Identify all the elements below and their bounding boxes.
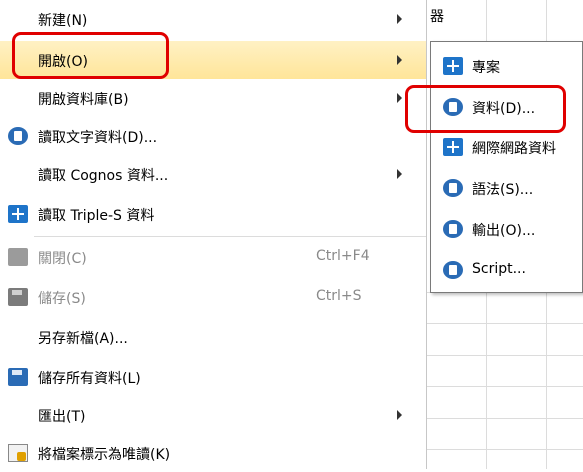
save-all-icon [8, 368, 28, 386]
menu-item-save-all[interactable]: 儲存所有資料(L) [0, 358, 426, 396]
output-file-icon [443, 220, 463, 238]
file-menu: 新建(N) 開啟(O) 開啟資料庫(B) 讀取文字資料(D)... 讀取 Cog… [0, 0, 427, 469]
menu-item-export[interactable]: 匯出(T) [0, 396, 426, 434]
submenu-item-script[interactable]: Script... [431, 252, 583, 288]
menu-item-label: 另存新檔(A)... [38, 331, 128, 347]
submenu-arrow-icon [397, 14, 402, 24]
menu-separator [34, 236, 426, 237]
menu-item-label: 開啟(O) [38, 54, 88, 70]
submenu-item-data[interactable]: 資料(D)... [431, 89, 583, 125]
save-icon [8, 288, 28, 306]
menu-item-label: 讀取文字資料(D)... [38, 130, 158, 146]
read-only-icon [8, 444, 28, 462]
menu-item-label: 關閉(C) [38, 251, 87, 267]
submenu-item-label: 資料(D)... [472, 101, 536, 117]
submenu-item-output[interactable]: 輸出(O)... [431, 211, 583, 247]
submenu-item-internet-data[interactable]: 網際網路資料 [431, 129, 583, 165]
submenu-item-label: 網際網路資料 [472, 141, 556, 157]
menu-item-label: 儲存所有資料(L) [38, 371, 141, 387]
menu-item-read-text-data[interactable]: 讀取文字資料(D)... [0, 117, 426, 155]
project-icon [443, 57, 463, 75]
menu-item-label: 將檔案標示為唯讀(K) [38, 447, 171, 463]
menu-item-open-database[interactable]: 開啟資料庫(B) [0, 79, 426, 117]
submenu-item-label: 專案 [472, 60, 500, 76]
submenu-item-label: Script... [472, 261, 526, 277]
script-file-icon [443, 261, 463, 279]
internet-data-icon [443, 138, 463, 156]
menu-item-save-as[interactable]: 另存新檔(A)... [0, 318, 426, 356]
menu-item-mark-read-only[interactable]: 將檔案標示為唯讀(K) [0, 434, 426, 472]
menu-item-label: 開啟資料庫(B) [38, 92, 129, 108]
menu-item-new[interactable]: 新建(N) [0, 0, 426, 38]
submenu-arrow-icon [397, 169, 402, 179]
submenu-arrow-icon [397, 93, 402, 103]
submenu-arrow-icon [397, 55, 402, 65]
triple-s-icon [8, 205, 28, 223]
menu-item-open[interactable]: 開啟(O) [0, 41, 426, 79]
menu-item-label: 新建(N) [38, 13, 88, 29]
menu-item-label: 匯出(T) [38, 409, 86, 425]
menu-item-save[interactable]: 儲存(S) Ctrl+S [0, 278, 426, 316]
text-data-icon [8, 127, 28, 145]
menu-item-read-cognos[interactable]: 讀取 Cognos 資料... [0, 155, 426, 193]
data-file-icon [443, 98, 463, 116]
menu-item-shortcut: Ctrl+S [316, 288, 362, 304]
menu-item-read-triple-s[interactable]: 讀取 Triple-S 資料 [0, 195, 426, 233]
background-title-fragment: 器 [430, 9, 444, 25]
close-file-icon [8, 248, 28, 266]
menu-item-shortcut: Ctrl+F4 [316, 248, 370, 264]
menu-item-label: 讀取 Triple-S 資料 [38, 208, 155, 224]
menu-item-label: 儲存(S) [38, 291, 86, 307]
syntax-file-icon [443, 179, 463, 197]
submenu-arrow-icon [397, 410, 402, 420]
submenu-item-syntax[interactable]: 語法(S)... [431, 170, 583, 206]
menu-item-label: 讀取 Cognos 資料... [38, 168, 169, 184]
menu-item-close[interactable]: 關閉(C) Ctrl+F4 [0, 238, 426, 276]
submenu-item-label: 語法(S)... [472, 182, 534, 198]
submenu-item-project[interactable]: 專案 [431, 48, 583, 84]
submenu-item-label: 輸出(O)... [472, 223, 536, 239]
open-submenu: 專案 資料(D)... 網際網路資料 語法(S)... 輸出(O)... Scr… [430, 41, 583, 293]
